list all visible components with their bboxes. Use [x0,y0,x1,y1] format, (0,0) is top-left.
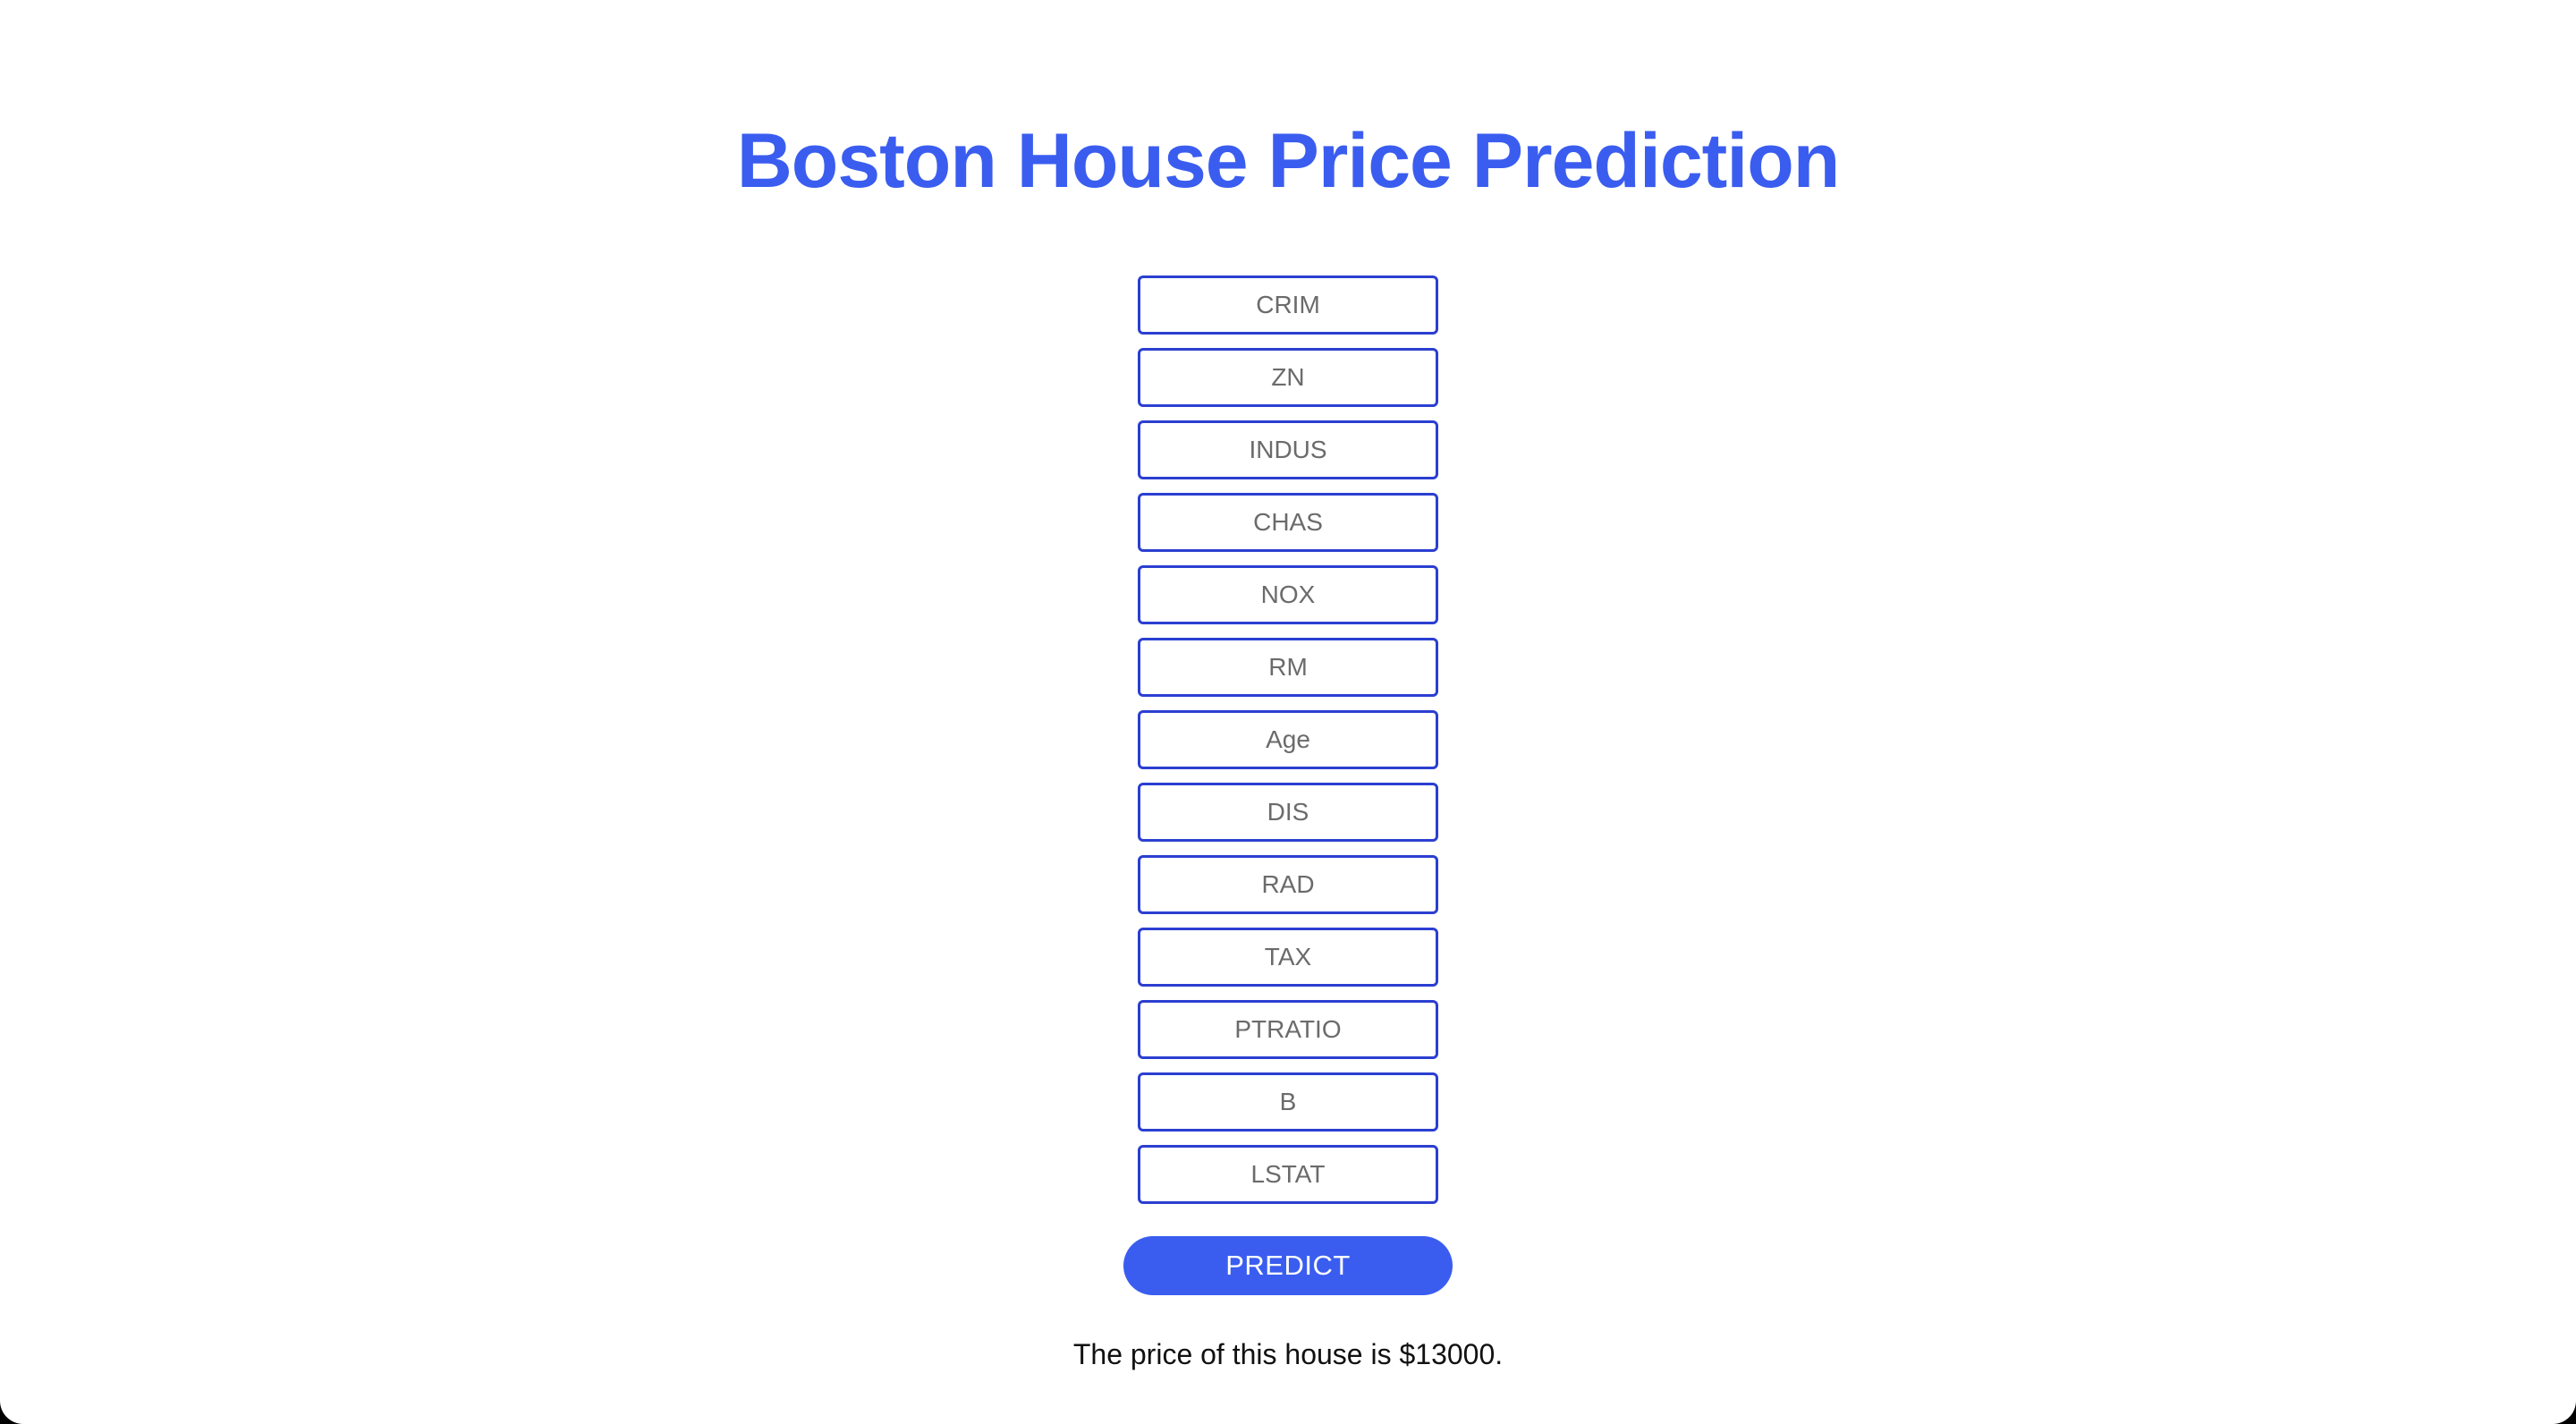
page-title: Boston House Price Prediction [736,118,1841,204]
b-input[interactable] [1138,1072,1438,1132]
indus-input[interactable] [1138,420,1438,479]
rm-input[interactable] [1138,638,1438,697]
nox-input[interactable] [1138,565,1438,624]
ptratio-input[interactable] [1138,1000,1438,1059]
zn-input[interactable] [1138,348,1438,407]
predict-button[interactable]: PREDICT [1123,1236,1453,1295]
tax-input[interactable] [1138,928,1438,987]
page: Boston House Price Prediction PREDICT Th… [0,0,2576,1424]
lstat-input[interactable] [1138,1145,1438,1204]
rad-input[interactable] [1138,855,1438,914]
age-input[interactable] [1138,710,1438,769]
prediction-form: PREDICT [0,275,2576,1295]
dis-input[interactable] [1138,783,1438,842]
crim-input[interactable] [1138,275,1438,335]
prediction-result: The price of this house is $13000. [1072,1338,1504,1370]
chas-input[interactable] [1138,493,1438,552]
